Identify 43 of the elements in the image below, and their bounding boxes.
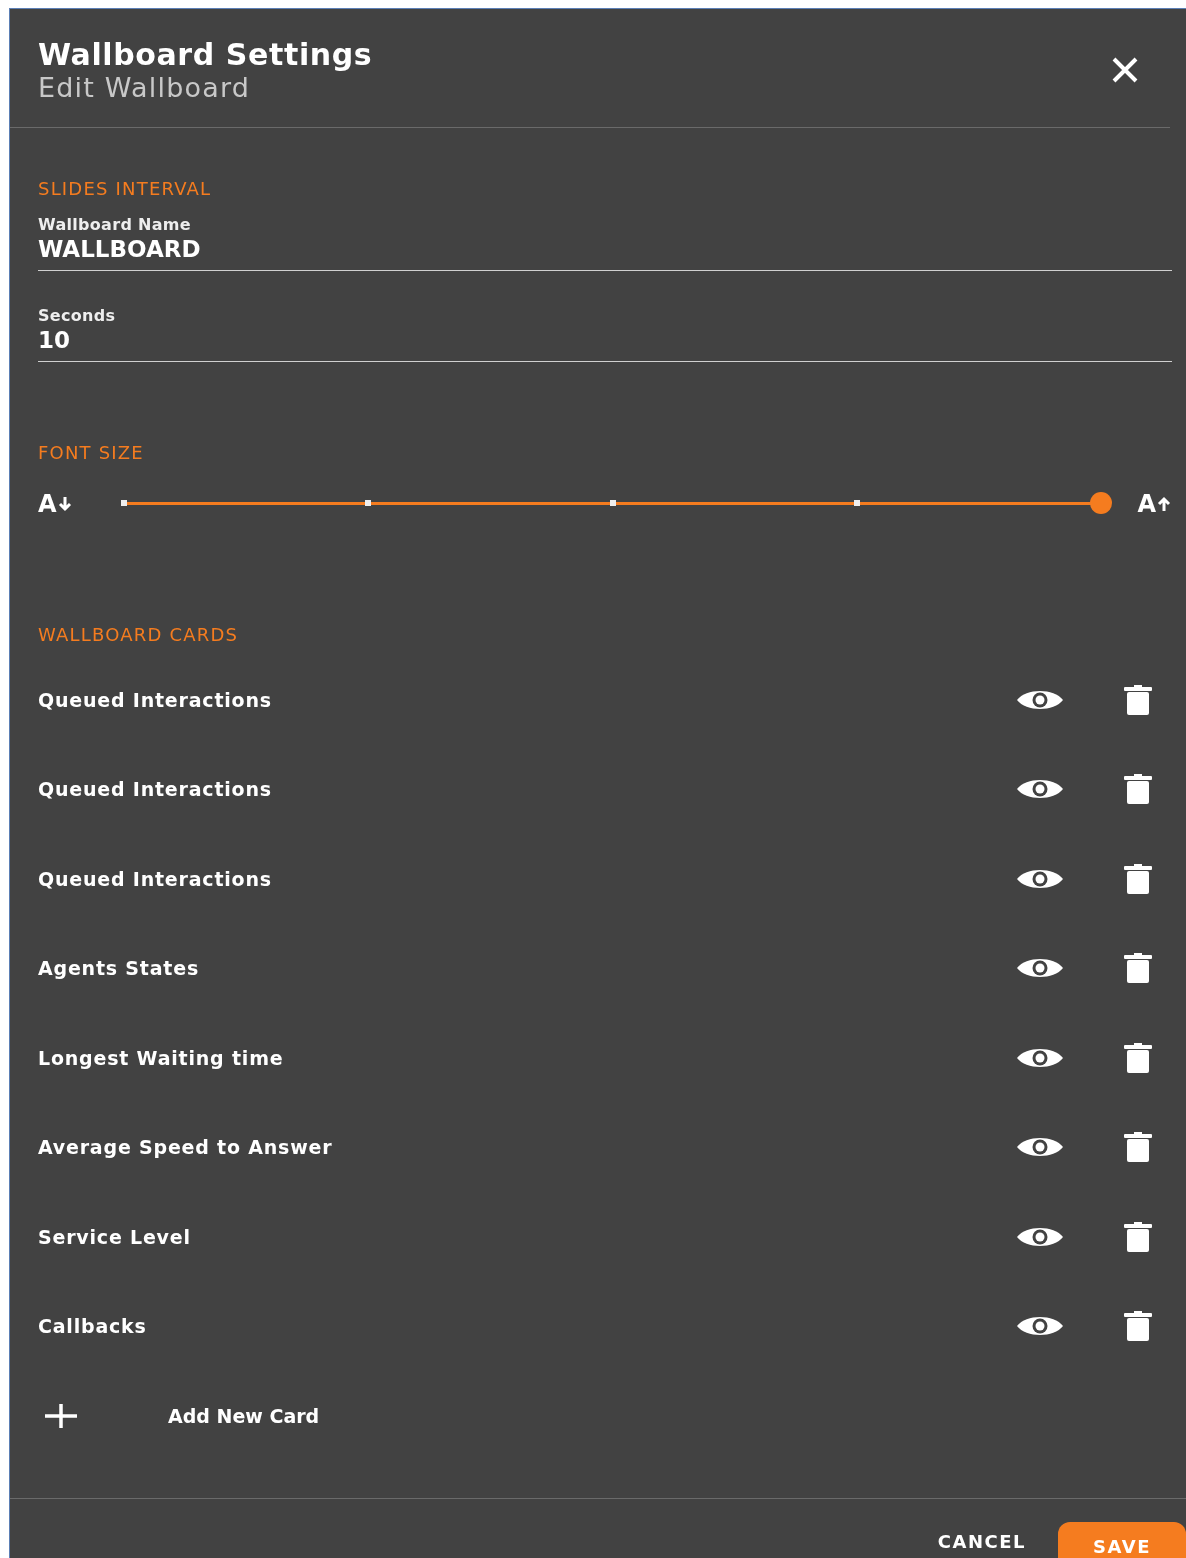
delete-button[interactable] [1122,1221,1154,1252]
card-name: Average Speed to Answer [38,1136,334,1159]
trash-icon [1122,863,1154,894]
card-name: Queued Interactions [38,778,273,801]
cancel-button[interactable]: CANCEL [937,1520,1026,1558]
card-name: Queued Interactions [38,867,273,890]
tick-mark [609,500,616,506]
delete-button[interactable] [1122,953,1154,984]
text-field[interactable]: WALLBOARD [38,236,1172,271]
trash-icon [1122,774,1154,805]
trash-icon [1122,1221,1154,1252]
tick-mark [365,500,372,506]
card-name: Longest Waiting time [38,1046,285,1069]
section-heading: WALLBOARD CARDS [38,624,240,645]
close-button[interactable] [1110,55,1140,85]
delete-button[interactable] [1122,1042,1154,1073]
section-heading: SLIDES INTERVAL [38,178,213,199]
trash-icon [1122,1132,1154,1163]
trash-icon [1122,1042,1154,1073]
card-name: Agents States [38,957,200,980]
card-name: Callbacks [38,1315,148,1338]
delete-button[interactable] [1122,1132,1154,1163]
field-label: Seconds [38,306,117,325]
delete-button[interactable] [1122,863,1154,894]
slider-thumb[interactable] [1090,492,1113,514]
field-label: Wallboard Name [38,215,192,234]
delete-button[interactable] [1122,684,1154,715]
dialog-subtitle: Edit Wallboard [38,72,252,103]
trash-icon [1122,953,1154,984]
trash-icon [1122,1311,1154,1342]
delete-button[interactable] [1122,1311,1154,1342]
delete-button[interactable] [1122,774,1154,805]
tick-mark [121,500,127,506]
close-icon [1110,55,1140,85]
card-name: Queued Interactions [38,688,273,711]
text-field[interactable]: 10 [38,327,1172,362]
dialog-title: Wallboard Settings [38,37,373,72]
add-card-button[interactable]: Add New Card [38,1371,320,1460]
card-name: Service Level [38,1225,192,1248]
tick-mark [854,500,861,506]
plus-icon [44,1403,78,1428]
trash-icon [1122,684,1154,715]
section-heading: FONT SIZE [38,442,145,463]
